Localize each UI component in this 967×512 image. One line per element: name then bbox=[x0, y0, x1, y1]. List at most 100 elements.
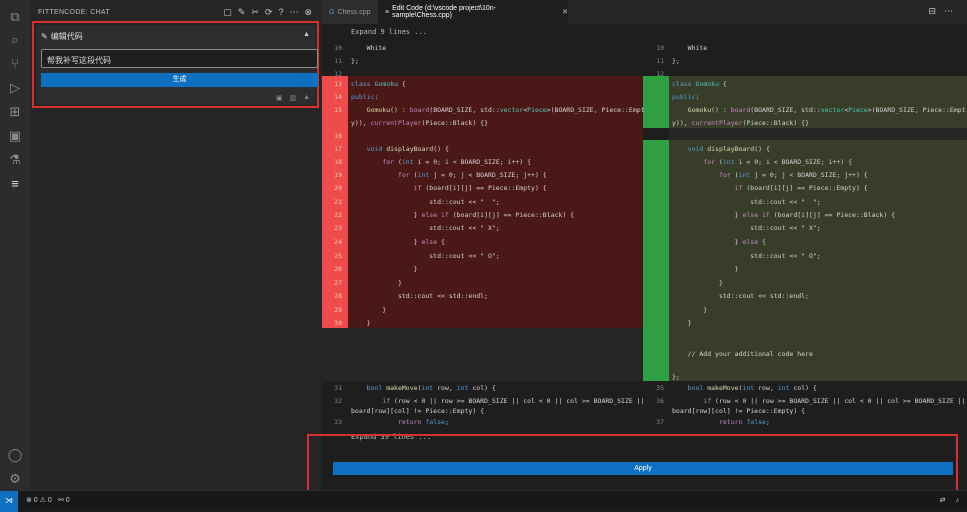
code-line: } bbox=[672, 279, 723, 287]
source-control-icon[interactable]: ⑂ bbox=[6, 55, 24, 73]
code-line: for (int i = 0; i < BOARD_SIZE; i++) { bbox=[382, 158, 532, 166]
code-line: } else { bbox=[672, 238, 766, 246]
edit-instruction-input[interactable]: 帮我补写这段代码 bbox=[41, 49, 318, 68]
code-line: } bbox=[351, 319, 371, 327]
code-line: }; bbox=[672, 57, 680, 65]
code-line: for (int i = 0; i < BOARD_SIZE; i++) { bbox=[703, 158, 853, 166]
expand-top-lines[interactable]: Expand 9 lines ... bbox=[351, 28, 427, 36]
code-line: Gomoku() : board(BOARD_SIZE, std::vector… bbox=[687, 106, 966, 114]
trash-icon[interactable]: ▥ bbox=[289, 94, 296, 102]
status-right-items: ⇄ ♪ bbox=[940, 491, 959, 511]
save-icon[interactable]: ▣ bbox=[276, 94, 283, 102]
code-line: std::cout << " "; bbox=[351, 198, 500, 206]
code-line: void displayBoard() { bbox=[366, 145, 449, 153]
manage-gear-icon[interactable]: ⚙ bbox=[6, 470, 24, 488]
tab-edit-code[interactable]: ≡ Edit Code (d:\vscode project\10n-sampl… bbox=[378, 0, 568, 24]
settings-icon[interactable]: ⊗ bbox=[304, 7, 312, 18]
sidebar-actions: ▢ ✎ ✂ ⟳ ? ⋯ ⊗ bbox=[223, 7, 312, 18]
code-line: std::cout << " X"; bbox=[351, 224, 500, 232]
edit-code-panel-highlight: ✎ 编辑代码 ▲ 帮我补写这段代码 生成 ▣ ▥ ▲ bbox=[32, 21, 319, 108]
help-icon[interactable]: ? bbox=[278, 7, 283, 18]
problems-indicator[interactable]: ⊗ 0 ⚠ 0 bbox=[26, 491, 52, 511]
code-line: return false; bbox=[397, 418, 449, 426]
apply-button[interactable]: Apply bbox=[333, 462, 953, 475]
code-line: return false; bbox=[718, 418, 770, 426]
code-line: } else { bbox=[351, 238, 445, 246]
explorer-icon[interactable]: ⧉ bbox=[6, 8, 24, 26]
broadcast-icon[interactable]: ⇄ bbox=[940, 491, 946, 511]
code-line: bool makeMove(int row, int col) { bbox=[687, 384, 817, 392]
remote-indicator-icon[interactable]: ⋊ bbox=[0, 491, 18, 512]
code-line: class Gomoku { bbox=[351, 80, 406, 88]
tab-chess-cpp[interactable]: G Chess.cpp bbox=[322, 0, 378, 24]
generate-button[interactable]: 生成 bbox=[41, 73, 318, 87]
code-line: } else if (board[i][j] == Piece::Black) … bbox=[351, 211, 575, 219]
code-line: std::cout << " X"; bbox=[672, 224, 821, 232]
code-line: y)), currentPlayer(Piece::Black) {} bbox=[672, 119, 809, 127]
tab-label: Chess.cpp bbox=[337, 8, 371, 16]
notifications-bell-icon[interactable]: ♪ bbox=[956, 491, 960, 511]
code-line: if (board[i][j] == Piece::Empty) { bbox=[734, 184, 868, 192]
added-gutter bbox=[643, 140, 669, 381]
code-line: } bbox=[351, 265, 418, 273]
code-line: } bbox=[672, 306, 708, 314]
activity-bar: ⧉ ⌕ ⑂ ▷ ⊞ ▣ ⚗ ≡ ◯ ⚙ bbox=[0, 0, 30, 490]
magic-wand-icon[interactable]: ✂ bbox=[251, 7, 259, 18]
pencil-icon: ✎ bbox=[41, 32, 48, 41]
new-chat-icon[interactable]: ▢ bbox=[223, 7, 232, 18]
testing-icon[interactable]: ⚗ bbox=[6, 151, 24, 169]
account-icon[interactable]: ◯ bbox=[6, 446, 24, 464]
code-line: White bbox=[672, 44, 708, 52]
code-line: if (board[i][j] == Piece::Empty) { bbox=[413, 184, 547, 192]
tab-label: Edit Code (d:\vscode project\10n-sample\… bbox=[392, 5, 496, 19]
edit-code-panel: ✎ 编辑代码 ▲ 帮我补写这段代码 生成 ▣ ▥ ▲ bbox=[36, 25, 318, 105]
extensions-icon[interactable]: ⊞ bbox=[6, 103, 24, 121]
code-line: std::cout << " O"; bbox=[672, 252, 821, 260]
code-line: bool makeMove(int row, int col) { bbox=[366, 384, 496, 392]
close-icon[interactable]: ✕ bbox=[562, 8, 568, 16]
code-line: public: bbox=[351, 93, 379, 101]
code-line: } bbox=[351, 279, 402, 287]
ports-indicator[interactable]: ⚯ 0 bbox=[58, 491, 70, 511]
up-arrow-icon[interactable]: ▲ bbox=[303, 94, 310, 102]
collapse-caret-icon[interactable]: ▲ bbox=[303, 31, 310, 38]
code-line: for (int j = 0; j < BOARD_SIZE; j++) { bbox=[397, 171, 547, 179]
code-line: } bbox=[672, 265, 739, 273]
edit-icon[interactable]: ✎ bbox=[238, 7, 246, 18]
editor-area: G Chess.cpp ≡ Edit Code (d:\vscode proje… bbox=[322, 0, 967, 490]
code-line: } bbox=[672, 319, 692, 327]
code-line: std::cout << std::endl; bbox=[351, 292, 488, 300]
remote-explorer-icon[interactable]: ▣ bbox=[6, 127, 24, 145]
cpp-file-icon: G bbox=[329, 8, 335, 16]
more-icon[interactable]: ⋯ bbox=[289, 7, 298, 18]
edit-code-label: 编辑代码 bbox=[50, 32, 83, 41]
editor-actions: ⊟ ⋯ bbox=[928, 6, 953, 17]
diff-filler-left bbox=[322, 328, 643, 381]
code-line: White bbox=[351, 44, 387, 52]
code-line: public: bbox=[672, 93, 700, 101]
code-line: Gomoku() : board(BOARD_SIZE, std::vector… bbox=[366, 106, 645, 114]
history-icon[interactable]: ⟳ bbox=[265, 7, 273, 18]
code-line: // Add your additional code here bbox=[672, 350, 813, 358]
run-debug-icon[interactable]: ▷ bbox=[6, 79, 24, 97]
search-icon[interactable]: ⌕ bbox=[6, 31, 24, 49]
more-actions-icon[interactable]: ⋯ bbox=[944, 6, 953, 17]
sidebar: FITTENCODE: CHAT ▢ ✎ ✂ ⟳ ? ⋯ ⊗ ✎ 编辑代码 ▲ … bbox=[30, 0, 322, 490]
code-line: } bbox=[351, 306, 387, 314]
code-line: for (int j = 0; j < BOARD_SIZE; j++) { bbox=[718, 171, 868, 179]
code-line: std::cout << " "; bbox=[672, 198, 821, 206]
diff-icon: ≡ bbox=[385, 8, 390, 16]
panel-footer-actions: ▣ ▥ ▲ bbox=[276, 94, 310, 102]
code-line: std::cout << std::endl; bbox=[672, 292, 809, 300]
code-line: }; bbox=[351, 57, 359, 65]
split-editor-icon[interactable]: ⊟ bbox=[928, 6, 936, 17]
code-line: class Gomoku { bbox=[672, 80, 727, 88]
code-line: y)), currentPlayer(Piece::Black) {} bbox=[351, 119, 488, 127]
code-line: std::cout << " O"; bbox=[351, 252, 500, 260]
added-gutter bbox=[643, 76, 669, 128]
code-line: } else if (board[i][j] == Piece::Black) … bbox=[672, 211, 896, 219]
edit-code-title: ✎ 编辑代码 bbox=[41, 31, 83, 42]
fittencode-icon[interactable]: ≡ bbox=[6, 175, 24, 193]
status-bar: ⋊ ⊗ 0 ⚠ 0 ⚯ 0 ⇄ ♪ bbox=[0, 490, 967, 512]
code-line: void displayBoard() { bbox=[687, 145, 770, 153]
